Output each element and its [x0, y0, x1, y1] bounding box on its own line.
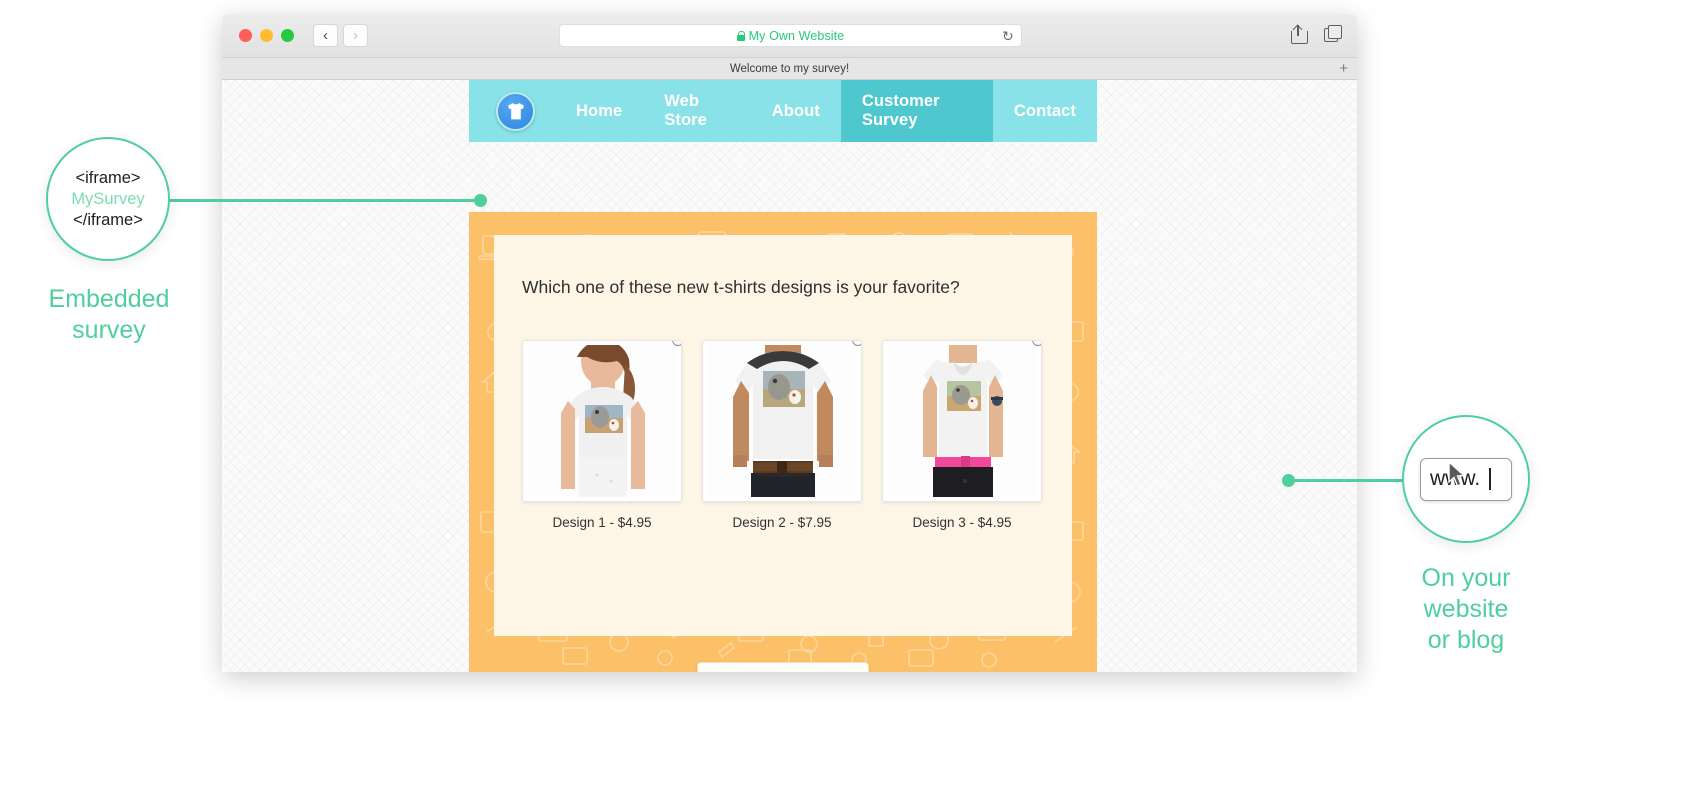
product-caption-2: Design 2 - $7.95: [732, 515, 832, 530]
magnify-icon[interactable]: [670, 341, 681, 351]
navigation-buttons: ‹ ›: [313, 24, 368, 47]
address-bar-text: My Own Website: [748, 28, 845, 43]
nav-items: Home Web Store About Customer Survey Con…: [555, 80, 1097, 142]
product-option-1[interactable]: Design 1 - $4.95: [522, 340, 682, 530]
reload-button[interactable]: ↻: [1002, 28, 1014, 45]
right-caption-line-2: website: [1423, 595, 1509, 623]
iframe-close-tag: </iframe>: [73, 210, 143, 229]
magnify-icon[interactable]: [1030, 341, 1041, 351]
browser-toolbar: ‹ › My Own Website ↻: [222, 14, 1357, 58]
maximize-window-button[interactable]: [281, 29, 294, 42]
product-option-2[interactable]: Design 2 - $7.95: [702, 340, 862, 530]
right-caption-line-3: or blog: [1427, 626, 1505, 654]
toolbar-right-icons: [1290, 24, 1342, 44]
nav-item-home[interactable]: Home: [555, 80, 643, 142]
screenshot-stage: ‹ › My Own Website ↻ Welcome to my surve…: [0, 0, 1700, 800]
left-callout-bubble: <iframe> MySurvey </iframe>: [46, 137, 170, 261]
share-icon[interactable]: [1290, 24, 1308, 44]
web-page: Home Web Store About Customer Survey Con…: [222, 80, 1357, 672]
product-photo-3: [887, 345, 1037, 497]
right-callout-caption: On your website or blog: [1368, 563, 1564, 656]
right-caption-line-1: On your: [1421, 564, 1511, 592]
mouse-pointer-icon: [1448, 461, 1466, 487]
lock-icon: [736, 30, 746, 41]
iframe-open-tag: <iframe>: [75, 168, 141, 187]
magnify-icon[interactable]: [850, 341, 861, 351]
back-button[interactable]: ‹: [313, 24, 338, 47]
product-options: Design 1 - $4.95 Design 2 - $7.95 Design…: [522, 340, 1042, 530]
submit-row: Submit: [469, 662, 1097, 672]
forward-button[interactable]: ›: [343, 24, 368, 47]
right-callout-endpoint: [1282, 474, 1295, 487]
nav-item-customer-survey[interactable]: Customer Survey: [840, 80, 993, 142]
nav-item-web-store[interactable]: Web Store: [643, 80, 750, 142]
left-caption-line-1: Embedded: [48, 285, 170, 313]
survey-card: Which one of these new t-shirts designs …: [494, 235, 1072, 636]
address-bar[interactable]: My Own Website: [559, 24, 1022, 47]
product-photo-1: [527, 345, 677, 497]
nav-item-about[interactable]: About: [751, 80, 841, 142]
submit-button[interactable]: Submit: [697, 662, 869, 672]
iframe-survey-name: MySurvey: [71, 189, 145, 208]
tab-bar: Welcome to my survey! +: [222, 58, 1357, 80]
left-caption-line-2: survey: [72, 316, 146, 344]
window-controls: [239, 29, 294, 42]
nav-item-contact[interactable]: Contact: [993, 80, 1097, 142]
browser-window: ‹ › My Own Website ↻ Welcome to my surve…: [222, 14, 1357, 672]
left-callout-endpoint: [474, 194, 487, 207]
text-caret: [1489, 468, 1491, 490]
site-navigation-bar: Home Web Store About Customer Survey Con…: [469, 80, 1097, 142]
product-thumbnail-3[interactable]: [882, 340, 1042, 502]
site-logo[interactable]: [496, 91, 535, 131]
product-caption-3: Design 3 - $4.95: [912, 515, 1012, 530]
product-thumbnail-1[interactable]: [522, 340, 682, 502]
minimize-window-button[interactable]: [260, 29, 273, 42]
tshirt-icon: [507, 102, 524, 119]
embedded-survey-frame: Which one of these new t-shirts designs …: [469, 212, 1097, 672]
right-callout-bubble: www.: [1402, 415, 1530, 543]
close-window-button[interactable]: [239, 29, 252, 42]
product-thumbnail-2[interactable]: [702, 340, 862, 502]
product-caption-1: Design 1 - $4.95: [552, 515, 652, 530]
active-tab-title[interactable]: Welcome to my survey!: [730, 63, 849, 75]
right-callout-line: [1290, 479, 1408, 482]
new-tab-icon[interactable]: +: [1339, 61, 1348, 76]
tabs-icon[interactable]: [1324, 25, 1342, 44]
product-photo-2: [707, 345, 857, 497]
left-callout-caption: Embedded survey: [10, 284, 208, 346]
left-callout-line: [168, 199, 484, 202]
product-option-3[interactable]: Design 3 - $4.95: [882, 340, 1042, 530]
survey-question: Which one of these new t-shirts designs …: [522, 277, 960, 297]
